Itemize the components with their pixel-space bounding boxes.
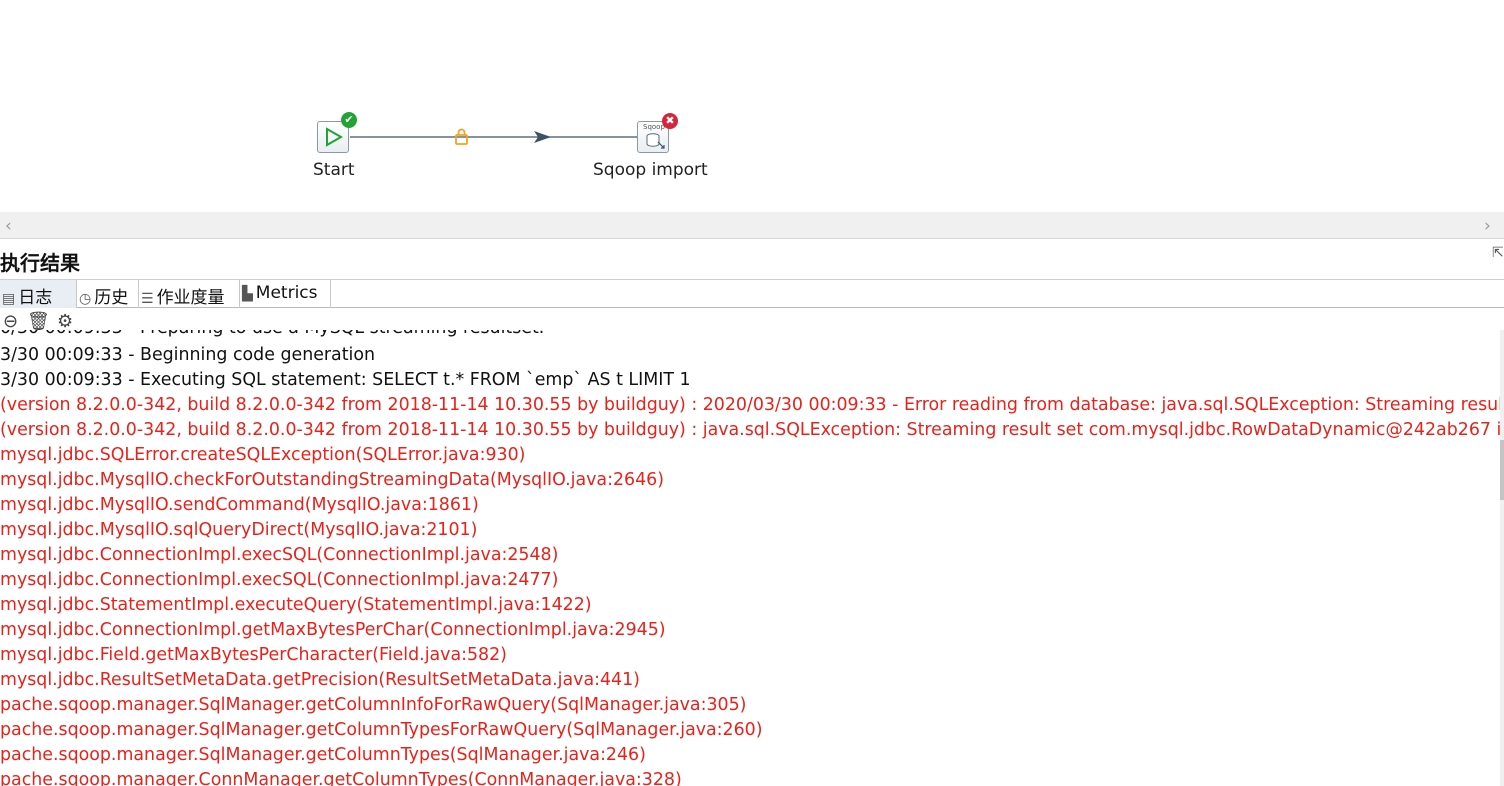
tab-log-label: 日志: [18, 288, 53, 308]
log-line: (version 8.2.0.0-342, build 8.2.0.0-342 …: [0, 420, 1500, 440]
tab-log[interactable]: ▤ 日志: [0, 280, 77, 308]
tab-history-label: 历史: [94, 288, 129, 308]
log-line: pache.sqoop.manager.ConnManager.getColum…: [0, 770, 682, 786]
settings-icon[interactable]: ⚙: [57, 311, 73, 332]
log-line: mysql.jdbc.ConnectionImpl.execSQL(Connec…: [0, 545, 559, 565]
chart-icon: ▙: [242, 286, 253, 302]
log-line: mysql.jdbc.MysqlIO.sqlQueryDirect(MysqlI…: [0, 520, 478, 540]
stop-icon[interactable]: ⊖: [3, 311, 18, 332]
job-canvas[interactable]: ✔ Start Sqoop ✖ Sqoop import: [0, 0, 1504, 212]
log-vertical-scrollbar[interactable]: [1500, 330, 1504, 786]
log-line: 3/30 00:09:33 - Beginning code generatio…: [0, 345, 376, 365]
log-line: mysql.jdbc.MysqlIO.sendCommand(MysqlIO.j…: [0, 495, 479, 515]
tab-job-metrics-label: 作业度量: [156, 288, 225, 308]
scrollbar-thumb[interactable]: [1500, 440, 1504, 500]
log-line: (version 8.2.0.0-342, build 8.2.0.0-342 …: [0, 395, 1500, 415]
log-line: pache.sqoop.manager.SqlManager.getColumn…: [0, 745, 646, 765]
scroll-left-icon[interactable]: ‹: [5, 216, 12, 236]
log-line: mysql.jdbc.SQLError.createSQLException(S…: [0, 445, 526, 465]
panel-title: 执行结果: [0, 251, 80, 275]
log-line: mysql.jdbc.Field.getMaxBytesPerCharacter…: [0, 645, 507, 665]
log-line: pache.sqoop.manager.SqlManager.getColumn…: [0, 720, 763, 740]
tab-history[interactable]: ◷ 历史: [77, 280, 139, 308]
log-line: pache.sqoop.manager.SqlManager.getColumn…: [0, 695, 747, 715]
check-icon: ✔: [341, 112, 357, 128]
log-line: mysql.jdbc.ConnectionImpl.execSQL(Connec…: [0, 570, 559, 590]
tab-job-metrics[interactable]: ☰ 作业度量: [139, 280, 240, 308]
log-line: mysql.jdbc.ConnectionImpl.getMaxBytesPer…: [0, 620, 666, 640]
tab-metrics-label: Metrics: [255, 283, 318, 303]
metrics-list-icon: ☰: [141, 291, 154, 307]
scroll-right-icon[interactable]: ›: [1484, 216, 1491, 236]
log-text-area[interactable]: 0/30 00:09:33 - Preparing to use a MySQL…: [0, 330, 1500, 786]
history-icon: ◷: [79, 291, 92, 307]
maximize-icon[interactable]: ⇱: [1492, 245, 1504, 261]
log-line: mysql.jdbc.StatementImpl.executeQuery(St…: [0, 595, 592, 615]
sqoop-node-label[interactable]: Sqoop import: [593, 160, 708, 180]
results-tabbar: ▤ 日志 ◷ 历史 ☰ 作业度量 ▙ Metrics: [0, 279, 1504, 308]
error-x-icon: ✖: [662, 113, 678, 129]
hop-connection[interactable]: [0, 0, 1504, 212]
log-line: mysql.jdbc.ResultSetMetaData.getPrecisio…: [0, 670, 640, 690]
log-line: mysql.jdbc.MysqlIO.checkForOutstandingSt…: [0, 470, 664, 490]
tab-metrics[interactable]: ▙ Metrics: [240, 280, 331, 308]
canvas-horizontal-scrollbar[interactable]: ‹ ›: [0, 212, 1504, 239]
log-icon: ▤: [2, 291, 16, 307]
log-line: 3/30 00:09:33 - Executing SQL statement:…: [0, 370, 691, 390]
start-node-label[interactable]: Start: [313, 160, 355, 180]
log-line: 0/30 00:09:33 - Preparing to use a MySQL…: [0, 330, 544, 341]
clear-log-icon[interactable]: 🗑: [27, 311, 50, 332]
